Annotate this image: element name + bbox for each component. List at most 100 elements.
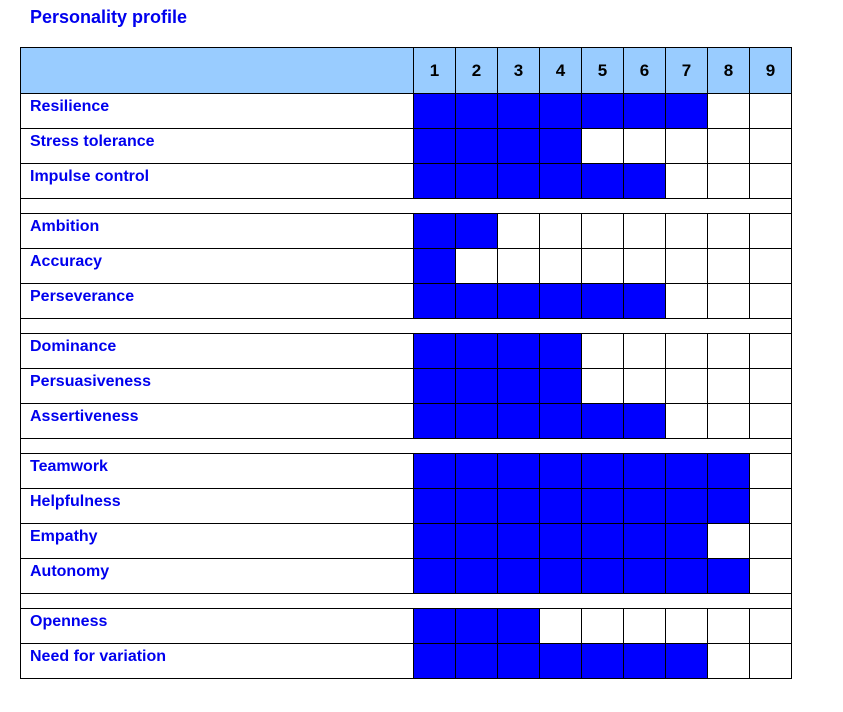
score-bar-cell-empty	[749, 453, 792, 489]
page-title: Personality profile	[30, 7, 188, 27]
score-bar-cell-filled	[413, 93, 456, 129]
score-bar-cell-filled	[413, 333, 456, 369]
trait-row: Persuasiveness	[20, 368, 792, 404]
score-bar-cell-empty	[749, 488, 792, 524]
score-bar-cell-filled	[497, 523, 540, 559]
score-bar-cell-filled	[539, 283, 582, 319]
score-bar-cell-filled	[413, 248, 456, 284]
score-bar-cell-filled	[623, 403, 666, 439]
score-bar-cell-empty	[665, 213, 708, 249]
score-bar-cell-empty	[665, 608, 708, 644]
score-bar-cell-filled	[539, 333, 582, 369]
score-bar-cell-filled	[455, 283, 498, 319]
trait-label: Perseverance	[20, 283, 414, 319]
score-bar-cell-empty	[707, 248, 750, 284]
score-bar-cell-empty	[749, 248, 792, 284]
scale-tick-4: 4	[539, 47, 582, 94]
score-bar-cell-filled	[455, 368, 498, 404]
score-bar-cell-filled	[455, 93, 498, 129]
score-bar-cell-empty	[749, 213, 792, 249]
trait-row: Autonomy	[20, 558, 792, 594]
score-bar-cell-filled	[413, 213, 456, 249]
score-bar-cell-filled	[455, 523, 498, 559]
score-bar-cell-filled	[497, 608, 540, 644]
score-bar-cell-filled	[581, 488, 624, 524]
score-bar-cell-filled	[497, 93, 540, 129]
score-bar-cell-filled	[665, 488, 708, 524]
score-bar-cell-filled	[455, 403, 498, 439]
trait-row: Impulse control	[20, 163, 792, 199]
score-bar-cell-filled	[539, 403, 582, 439]
score-bar-cell-filled	[581, 403, 624, 439]
score-bar-cell-filled	[539, 488, 582, 524]
score-bar-cell-filled	[455, 643, 498, 679]
score-bar-cell-filled	[707, 488, 750, 524]
score-bar-cell-empty	[455, 248, 498, 284]
trait-label: Empathy	[20, 523, 414, 559]
score-bar-cell-empty	[665, 368, 708, 404]
score-bar-cell-filled	[413, 453, 456, 489]
score-bar-cell-empty	[665, 163, 708, 199]
trait-label: Impulse control	[20, 163, 414, 199]
group-spacer	[20, 198, 792, 214]
trait-label: Assertiveness	[20, 403, 414, 439]
score-bar-cell-empty	[707, 333, 750, 369]
personality-profile-table: 1 2 3 4 5 6 7 8 9 Resilience Stress tolerance Impul…	[20, 47, 792, 679]
score-bar-cell-empty	[665, 283, 708, 319]
score-bar-cell-filled	[581, 558, 624, 594]
score-bar-cell-filled	[413, 558, 456, 594]
trait-label: Helpfulness	[20, 488, 414, 524]
score-bar-cell-filled	[455, 453, 498, 489]
score-bar-cell-empty	[749, 283, 792, 319]
score-bar-cell-empty	[749, 643, 792, 679]
score-bar-cell-filled	[413, 608, 456, 644]
score-bar-cell-empty	[581, 608, 624, 644]
score-bar-cell-filled	[497, 558, 540, 594]
score-bar-cell-empty	[707, 608, 750, 644]
score-bar-cell-filled	[539, 163, 582, 199]
score-bar-cell-filled	[455, 558, 498, 594]
group-spacer	[20, 593, 792, 609]
header-row: 123456789	[20, 47, 792, 94]
score-bar-cell-empty	[749, 403, 792, 439]
score-bar-cell-filled	[413, 283, 456, 319]
score-bar-cell-empty	[749, 163, 792, 199]
score-bar-cell-filled	[497, 368, 540, 404]
score-bar-cell-filled	[539, 93, 582, 129]
score-bar-cell-empty	[749, 333, 792, 369]
score-bar-cell-empty	[539, 213, 582, 249]
score-bar-cell-filled	[665, 523, 708, 559]
score-bar-cell-filled	[581, 163, 624, 199]
score-bar-cell-empty	[749, 608, 792, 644]
score-bar-cell-filled	[455, 128, 498, 164]
score-bar-cell-empty	[707, 213, 750, 249]
score-bar-cell-filled	[413, 643, 456, 679]
trait-row: Perseverance	[20, 283, 792, 319]
score-bar-cell-filled	[707, 558, 750, 594]
score-bar-cell-filled	[581, 523, 624, 559]
score-bar-cell-filled	[581, 453, 624, 489]
score-bar-cell-empty	[707, 128, 750, 164]
score-bar-cell-filled	[665, 558, 708, 594]
score-bar-cell-filled	[497, 643, 540, 679]
scale-tick-2: 2	[455, 47, 498, 94]
score-bar-cell-empty	[581, 213, 624, 249]
score-bar-cell-empty	[749, 558, 792, 594]
scale-tick-8: 8	[707, 47, 750, 94]
score-bar-cell-filled	[455, 608, 498, 644]
scale-tick-5: 5	[581, 47, 624, 94]
score-bar-cell-empty	[707, 93, 750, 129]
score-bar-cell-filled	[497, 128, 540, 164]
score-bar-cell-empty	[497, 248, 540, 284]
score-bar-cell-empty	[665, 403, 708, 439]
score-bar-cell-empty	[623, 128, 666, 164]
score-bar-cell-empty	[581, 333, 624, 369]
score-bar-cell-empty	[497, 213, 540, 249]
trait-label: Accuracy	[20, 248, 414, 284]
score-bar-cell-filled	[581, 93, 624, 129]
score-bar-cell-filled	[665, 453, 708, 489]
trait-label: Stress tolerance	[20, 128, 414, 164]
score-bar-cell-empty	[623, 333, 666, 369]
score-bar-cell-filled	[413, 523, 456, 559]
score-bar-cell-empty	[707, 163, 750, 199]
